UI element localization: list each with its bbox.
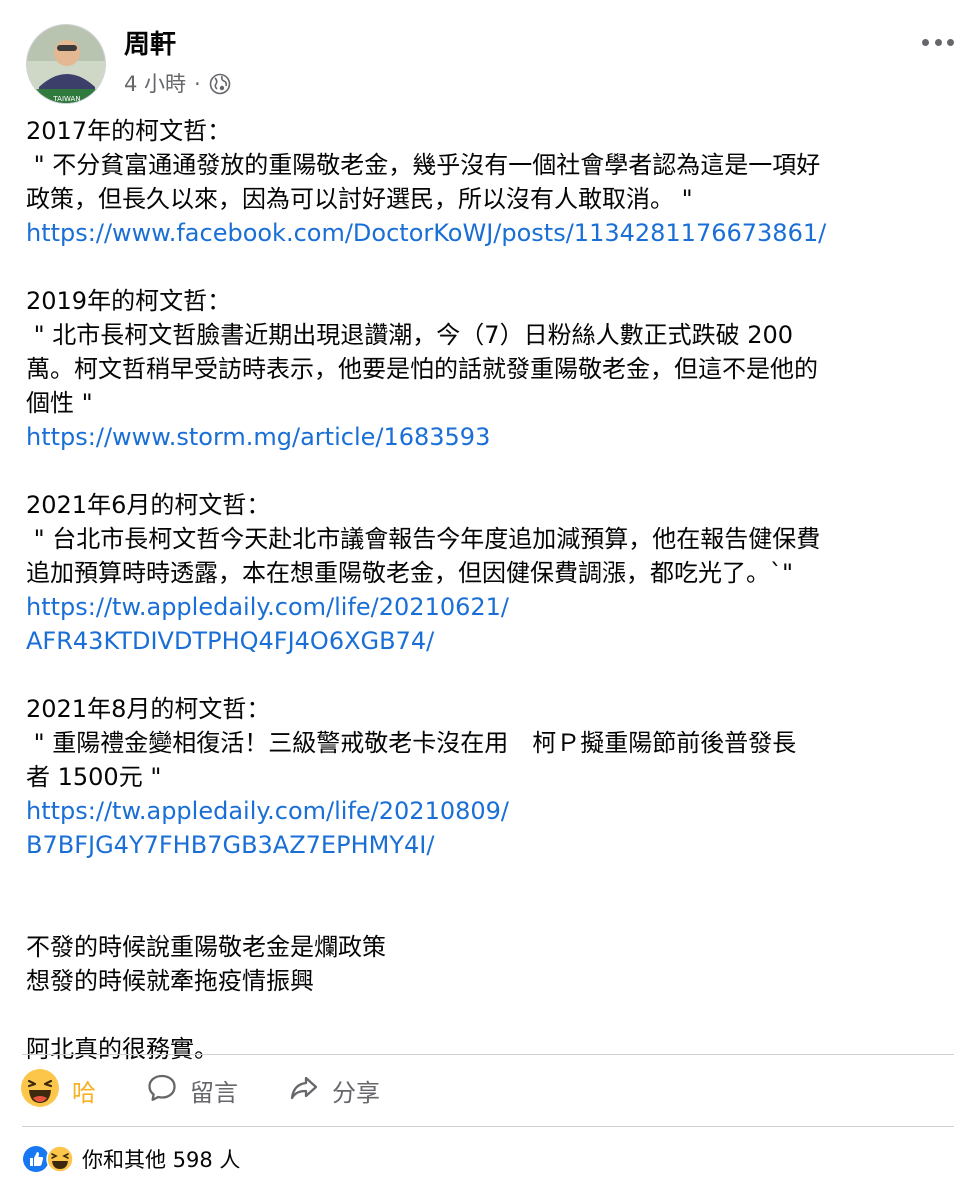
source-link-part-2[interactable]: B7BFJG4Y7FHB7GB3AZ7EPHMY4I/ <box>26 828 956 862</box>
block-heading: 2021年6月的柯文哲： <box>26 491 271 519</box>
reactions-summary[interactable]: 你和其他 598 人 <box>22 1142 240 1176</box>
action-bar: 哈 留言 分享 <box>20 1066 460 1114</box>
source-link[interactable]: https://www.facebook.com/DoctorKoWJ/post… <box>26 216 956 250</box>
divider <box>22 1126 954 1127</box>
avatar-photo: TAIWAN <box>27 25 105 103</box>
haha-button[interactable]: 哈 <box>20 1068 96 1112</box>
divider <box>22 1054 954 1055</box>
block-heading: 2017年的柯文哲： <box>26 117 232 145</box>
more-options-icon[interactable] <box>918 28 958 56</box>
share-button[interactable]: 分享 <box>288 1072 380 1108</box>
block-heading: 2021年8月的柯文哲： <box>26 695 271 723</box>
closing-line: 想發的時候就牽拖疫情振興 <box>26 967 314 995</box>
quote-line: " 重陽禮金變相復活！三級警戒敬老卡沒在用 柯Ｐ擬重陽節前後普發長 <box>26 729 797 757</box>
avatar-badge: TAIWAN <box>52 95 80 103</box>
final-block: 阿北真的很務實。 <box>26 1032 956 1066</box>
source-link-part-1[interactable]: https://tw.appledaily.com/life/20210809/ <box>26 794 956 828</box>
haha-reaction-icon <box>46 1145 74 1173</box>
meta-separator: · <box>194 72 201 96</box>
share-label: 分享 <box>332 1078 380 1107</box>
haha-label: 哈 <box>72 1078 96 1107</box>
share-icon <box>288 1072 320 1108</box>
quote-line: 追加預算時時透露，本在想重陽敬老金，但因健保費調漲，都吃光了。`" <box>26 559 794 587</box>
post-meta: 4 小時 · <box>124 70 231 98</box>
post-time[interactable]: 4 小時 <box>124 70 186 98</box>
final-line: 阿北真的很務實。 <box>26 1035 218 1063</box>
quote-block-2019: 2019年的柯文哲： " 北市長柯文哲臉書近期出現退讚潮，今（7）日粉絲人數正式… <box>26 284 956 454</box>
closing-block: 不發的時候說重陽敬老金是爛政策 想發的時候就牽拖疫情振興 <box>26 930 956 998</box>
quote-block-2021-jun: 2021年6月的柯文哲： " 台北市長柯文哲今天赴北市議會報告今年度追加減預算，… <box>26 488 956 658</box>
globe-icon[interactable] <box>209 73 231 95</box>
closing-line: 不發的時候說重陽敬老金是爛政策 <box>26 933 386 961</box>
quote-line: 個性 " <box>26 389 93 417</box>
post-content: 2017年的柯文哲： " 不分貧富通通發放的重陽敬老金，幾乎沒有一個社會學者認為… <box>26 114 956 1100</box>
avatar[interactable]: TAIWAN <box>26 24 106 104</box>
author-name[interactable]: 周軒 <box>124 28 176 62</box>
comment-icon <box>146 1072 178 1108</box>
source-link-part-2[interactable]: AFR43KTDIVDTPHQ4FJ4O6XGB74/ <box>26 624 956 658</box>
reaction-count: 你和其他 598 人 <box>82 1148 241 1172</box>
block-heading: 2019年的柯文哲： <box>26 287 232 315</box>
haha-icon <box>20 1068 60 1112</box>
quote-line: " 台北市長柯文哲今天赴北市議會報告今年度追加減預算，他在報告健保費 <box>26 525 821 553</box>
comment-label: 留言 <box>190 1078 238 1107</box>
comment-button[interactable]: 留言 <box>146 1072 238 1108</box>
quote-block-2017: 2017年的柯文哲： " 不分貧富通通發放的重陽敬老金，幾乎沒有一個社會學者認為… <box>26 114 956 250</box>
source-link[interactable]: https://www.storm.mg/article/1683593 <box>26 420 956 454</box>
quote-block-2021-aug: 2021年8月的柯文哲： " 重陽禮金變相復活！三級警戒敬老卡沒在用 柯Ｐ擬重陽… <box>26 692 956 862</box>
quote-line: 政策，但長久以來，因為可以討好選民，所以沒有人敢取消。 " <box>26 185 693 213</box>
quote-line: 者 1500元 " <box>26 763 162 791</box>
source-link-part-1[interactable]: https://tw.appledaily.com/life/20210621/ <box>26 590 956 624</box>
facebook-post: TAIWAN 周軒 4 小時 · 2017年的柯文哲： " 不分貧富通通發放的重… <box>0 0 976 1200</box>
quote-line: " 北市長柯文哲臉書近期出現退讚潮，今（7）日粉絲人數正式跌破 200 <box>26 321 794 349</box>
quote-line: " 不分貧富通通發放的重陽敬老金，幾乎沒有一個社會學者認為這是一項好 <box>26 151 821 179</box>
quote-line: 萬。柯文哲稍早受訪時表示，他要是怕的話就發重陽敬老金，但這不是他的 <box>26 355 818 383</box>
